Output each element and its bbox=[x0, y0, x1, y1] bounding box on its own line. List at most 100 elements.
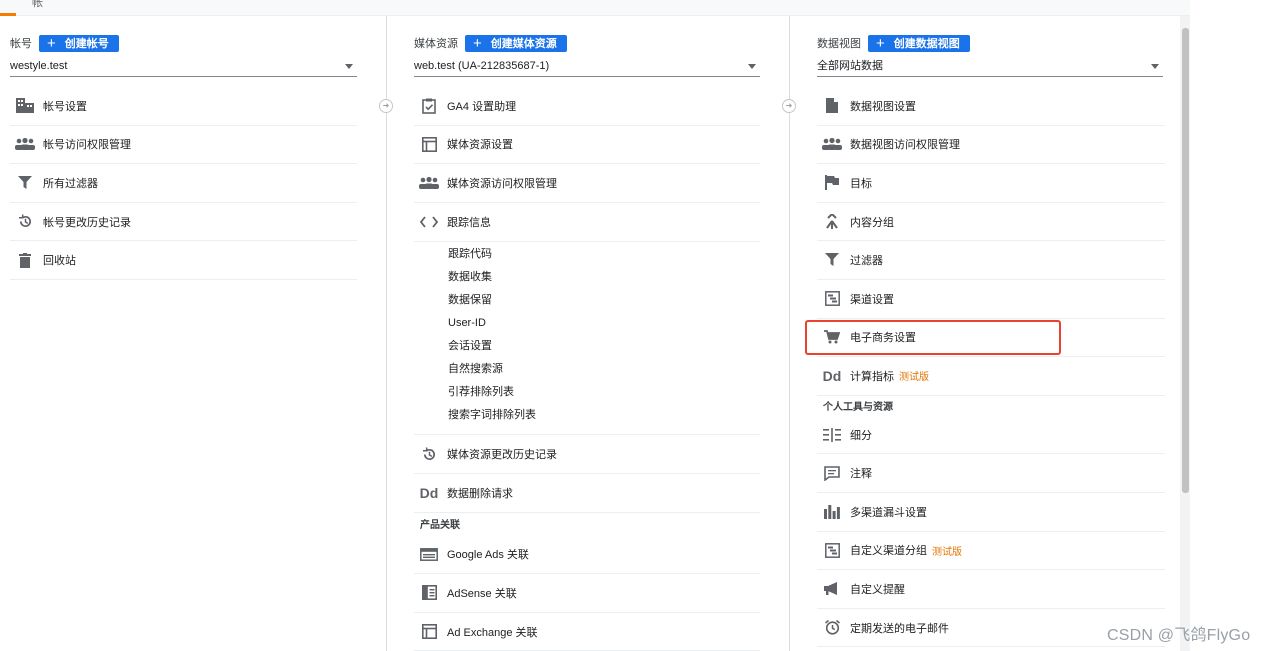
menu-item-all-filters[interactable]: 所有过滤器 bbox=[10, 164, 357, 203]
menu-item-label: 回收站 bbox=[43, 255, 76, 268]
channel-icon bbox=[822, 290, 842, 308]
menu-item-property-settings[interactable]: 媒体资源设置 bbox=[414, 126, 760, 165]
menu-item-goals[interactable]: 目标 bbox=[817, 164, 1165, 203]
watermark: CSDN @飞鸽FlyGo bbox=[1107, 627, 1251, 644]
submenu-item-session-settings[interactable]: 会话设置 bbox=[414, 335, 760, 358]
view-selected: 全部网站数据 bbox=[817, 60, 883, 72]
menu-item-label: Ad Exchange 关联 bbox=[447, 626, 538, 639]
menu-item-ga4-assistant[interactable]: GA4 设置助理 bbox=[414, 87, 760, 126]
submenu-item-tracking-code[interactable]: 跟踪代码 bbox=[414, 243, 760, 266]
plus-icon: + bbox=[47, 34, 56, 52]
menu-item-filters[interactable]: 过滤器 bbox=[817, 241, 1165, 280]
menu-item-adsense-link[interactable]: AdSense 关联 bbox=[414, 574, 760, 613]
alarm-clock-icon bbox=[822, 619, 842, 637]
menu-item-view-access[interactable]: 数据视图访问权限管理 bbox=[817, 126, 1165, 165]
menu-item-calculated-metrics[interactable]: Dd 计算指标 测试版 bbox=[817, 357, 1165, 396]
menu-item-label: 内容分组 bbox=[850, 216, 894, 229]
menu-item-google-ads-link[interactable]: Google Ads 关联 bbox=[414, 536, 760, 575]
create-property-button[interactable]: + 创建媒体资源 bbox=[465, 34, 567, 52]
create-view-label: 创建数据视图 bbox=[893, 38, 960, 50]
bar-chart-icon bbox=[822, 503, 842, 521]
view-selector[interactable]: 全部网站数据 bbox=[817, 59, 1163, 77]
menu-item-custom-channel-grouping[interactable]: 自定义渠道分组 测试版 bbox=[817, 532, 1165, 571]
chevron-down-icon bbox=[345, 64, 353, 69]
menu-item-label: 跟踪信息 bbox=[447, 217, 491, 230]
comment-icon bbox=[822, 464, 842, 482]
section-personal-tools: 个人工具与资源 bbox=[823, 401, 893, 413]
menu-item-label: Google Ads 关联 bbox=[447, 549, 529, 562]
menu-item-property-access[interactable]: 媒体资源访问权限管理 bbox=[414, 164, 760, 203]
menu-item-account-settings[interactable]: 帐号设置 bbox=[10, 87, 357, 126]
tab-label[interactable]: 帐 bbox=[32, 0, 43, 10]
menu-item-data-deletion[interactable]: Dd 数据删除请求 bbox=[414, 474, 760, 513]
menu-item-tracking-info[interactable]: 跟踪信息 bbox=[414, 203, 760, 242]
menu-item-mcf-settings[interactable]: 多渠道漏斗设置 bbox=[817, 493, 1165, 532]
menu-item-property-history[interactable]: 媒体资源更改历史记录 bbox=[414, 435, 760, 474]
people-icon bbox=[822, 135, 842, 153]
submenu-item-referral-exclusion[interactable]: 引荐排除列表 bbox=[414, 381, 760, 404]
menu-item-label: 多渠道漏斗设置 bbox=[850, 506, 927, 519]
account-column: 帐号 + 创建帐号 westyle.test 帐号设置 帐号访问权限管理 所有过… bbox=[0, 16, 386, 651]
menu-item-channel-settings[interactable]: 渠道设置 bbox=[817, 280, 1165, 319]
beta-badge: 测试版 bbox=[899, 372, 929, 384]
history-icon bbox=[15, 213, 35, 231]
menu-item-label: 注释 bbox=[850, 468, 872, 481]
account-header: 帐号 + 创建帐号 bbox=[10, 34, 119, 52]
submenu-item-search-term-exclusion[interactable]: 搜索字词排除列表 bbox=[414, 404, 760, 427]
create-account-label: 创建帐号 bbox=[64, 38, 109, 50]
account-selected: westyle.test bbox=[10, 60, 68, 72]
building-icon bbox=[15, 97, 35, 115]
menu-item-ad-exchange-link[interactable]: Ad Exchange 关联 bbox=[414, 613, 760, 651]
section-product-links: 产品关联 bbox=[420, 519, 460, 531]
property-menu: GA4 设置助理 媒体资源设置 媒体资源访问权限管理 跟踪信息 跟踪代码 数据收… bbox=[414, 87, 760, 651]
view-menu: 数据视图设置 数据视图访问权限管理 目标 内容分组 过滤器 渠道设置 电子商务设… bbox=[817, 87, 1165, 648]
menu-item-label: 定期发送的电子邮件 bbox=[850, 622, 949, 635]
create-account-button[interactable]: + 创建帐号 bbox=[39, 34, 119, 52]
history-icon bbox=[419, 445, 439, 463]
menu-item-label: AdSense 关联 bbox=[447, 587, 517, 600]
menu-item-label: 渠道设置 bbox=[850, 293, 894, 306]
property-column: 媒体资源 + 创建媒体资源 web.test (UA-212835687-1) … bbox=[387, 16, 789, 651]
account-selector[interactable]: westyle.test bbox=[10, 59, 357, 77]
menu-item-account-access[interactable]: 帐号访问权限管理 bbox=[10, 126, 357, 165]
property-label: 媒体资源 bbox=[414, 38, 458, 50]
submenu-item-organic-sources[interactable]: 自然搜索源 bbox=[414, 358, 760, 381]
menu-item-label: 数据删除请求 bbox=[447, 487, 513, 500]
menu-item-label: 自定义提醒 bbox=[850, 583, 905, 596]
beta-badge: 测试版 bbox=[932, 546, 962, 558]
scrollbar-thumb[interactable] bbox=[1182, 28, 1189, 493]
document-icon bbox=[822, 97, 842, 115]
property-header: 媒体资源 + 创建媒体资源 bbox=[414, 34, 567, 52]
menu-item-label: 计算指标 bbox=[850, 370, 894, 383]
menu-item-trash[interactable]: 回收站 bbox=[10, 241, 357, 280]
submenu-item-user-id[interactable]: User-ID bbox=[414, 312, 760, 335]
menu-item-view-settings[interactable]: 数据视图设置 bbox=[817, 87, 1165, 126]
menu-item-label: GA4 设置助理 bbox=[447, 100, 517, 113]
account-label: 帐号 bbox=[10, 38, 32, 50]
menu-item-content-grouping[interactable]: 内容分组 bbox=[817, 203, 1165, 242]
adsense-icon bbox=[419, 584, 439, 602]
plus-icon: + bbox=[473, 34, 482, 52]
segments-icon bbox=[822, 426, 842, 444]
top-tab-bar: 帐 bbox=[0, 0, 1190, 16]
menu-item-annotations[interactable]: 注释 bbox=[817, 454, 1165, 493]
channel-icon bbox=[822, 541, 842, 559]
menu-item-account-history[interactable]: 帐号更改历史记录 bbox=[10, 203, 357, 242]
menu-item-label: 细分 bbox=[850, 429, 872, 442]
property-selector[interactable]: web.test (UA-212835687-1) bbox=[414, 59, 760, 77]
menu-item-segments[interactable]: 细分 bbox=[817, 416, 1165, 455]
submenu-item-data-collection[interactable]: 数据收集 bbox=[414, 266, 760, 289]
menu-item-label: 帐号设置 bbox=[43, 100, 87, 113]
create-view-button[interactable]: + 创建数据视图 bbox=[868, 34, 970, 52]
highlight-annotation-box bbox=[805, 320, 1061, 355]
submenu-item-data-retention[interactable]: 数据保留 bbox=[414, 289, 760, 312]
menu-item-label: 数据视图访问权限管理 bbox=[850, 139, 960, 152]
dd-icon: Dd bbox=[822, 367, 842, 384]
megaphone-icon bbox=[822, 580, 842, 598]
menu-item-label: 目标 bbox=[850, 177, 872, 190]
merge-icon bbox=[822, 213, 842, 231]
filter-icon bbox=[15, 174, 35, 192]
menu-item-custom-alerts[interactable]: 自定义提醒 bbox=[817, 570, 1165, 609]
property-selected: web.test (UA-212835687-1) bbox=[414, 60, 550, 72]
tracking-submenu: 跟踪代码 数据收集 数据保留 User-ID 会话设置 自然搜索源 引荐排除列表… bbox=[414, 241, 760, 436]
